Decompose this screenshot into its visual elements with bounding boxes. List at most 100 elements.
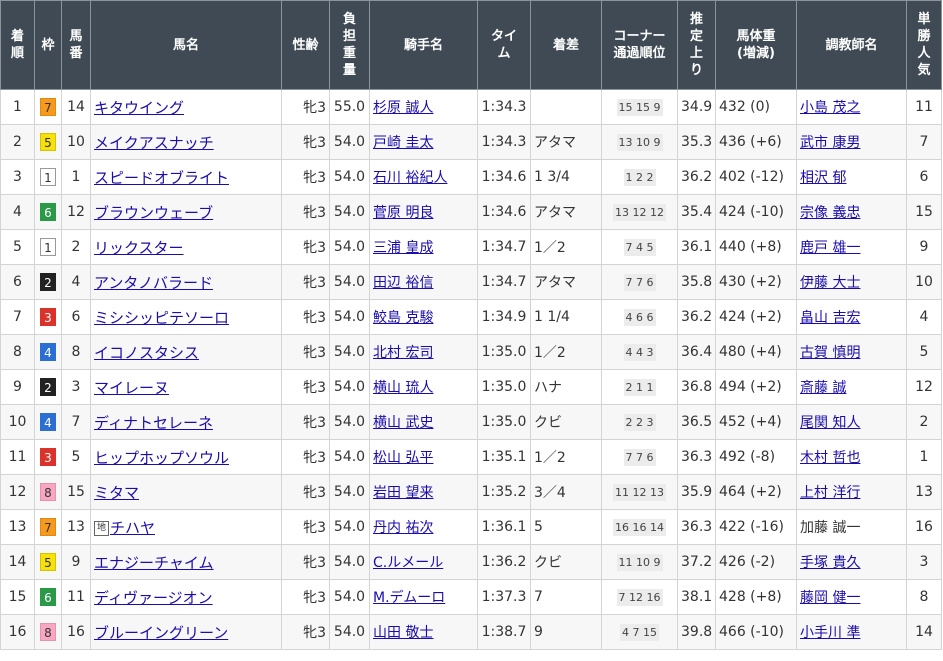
horse-name-link[interactable]: ディナトセレーネ	[94, 414, 213, 432]
jockey-name-link[interactable]: 石川 裕紀人	[373, 170, 447, 186]
last-3f-time: 36.8	[681, 379, 713, 395]
trainer-name-link[interactable]: 藤岡 健一	[800, 590, 860, 606]
sexage-cell: 牝3	[281, 194, 330, 230]
waku-badge: 7	[40, 98, 56, 116]
trainer-name-link[interactable]: 伊藤 大士	[800, 275, 860, 291]
last-3f-time: 36.3	[681, 449, 713, 465]
corner-cell: 4 6 6	[601, 299, 678, 335]
horse-cell: ヒップホップソウル	[90, 439, 282, 475]
table-row: 2 5 10 メイクアスナッチ 牝3 54.0 戸崎 圭太 1:34.3 アタマ 13 10 9 3…	[0, 124, 942, 160]
margin-cell	[530, 89, 602, 125]
trainer-name-link[interactable]: 手塚 貴久	[800, 555, 860, 571]
carried-weight: 54.0	[333, 589, 366, 605]
jockey-name-link[interactable]: 丹内 祐次	[373, 520, 433, 536]
horse-number: 6	[71, 309, 81, 325]
margin-cell: ハナ	[530, 369, 602, 405]
sexage-cell: 牝3	[281, 264, 330, 300]
jockey-name-link[interactable]: 菅原 明良	[373, 205, 433, 221]
popularity-cell: 4	[906, 299, 942, 335]
umaban-cell: 3	[61, 369, 91, 405]
horse-name-link[interactable]: ミシシッピテソーロ	[94, 309, 229, 327]
last-3f-time: 36.3	[681, 519, 713, 535]
horse-name-link[interactable]: チハヤ	[110, 519, 155, 537]
horse-number: 1	[71, 169, 81, 185]
margin-cell: 1 1/4	[530, 299, 602, 335]
finish-time: 1:34.3	[481, 99, 527, 115]
horse-name-link[interactable]: リックスター	[94, 239, 184, 257]
waku-badge: 2	[40, 273, 56, 291]
trainer-name-link[interactable]: 斎藤 誠	[800, 380, 846, 396]
time-cell: 1:36.2	[477, 544, 531, 580]
corner-cell: 7 7 6	[601, 439, 678, 475]
jockey-name-link[interactable]: 三浦 皇成	[373, 240, 433, 256]
umaban-cell: 9	[61, 544, 91, 580]
jockey-name-link[interactable]: 鮫島 克駿	[373, 310, 433, 326]
jockey-cell: 菅原 明良	[369, 194, 478, 230]
horse-name-link[interactable]: アンタノバラード	[94, 274, 213, 292]
jockey-name-link[interactable]: 横山 琉人	[373, 380, 433, 396]
jockey-name-link[interactable]: 田辺 裕信	[373, 275, 433, 291]
trainer-name-link[interactable]: 武市 康男	[800, 135, 860, 151]
last-3f-time: 36.4	[681, 344, 713, 360]
horse-name-link[interactable]: スピードオブライト	[94, 169, 229, 187]
horse-name-link[interactable]: ブラウンウェーブ	[94, 204, 213, 222]
jockey-name-link[interactable]: 横山 武史	[373, 415, 433, 431]
finish-rank: 10	[8, 414, 27, 430]
corner-positions: 7 12 16	[616, 588, 663, 606]
bodyweight-cell: 466 (-10)	[715, 614, 797, 650]
horse-name-link[interactable]: ディヴァージオン	[94, 589, 213, 607]
trainer-cell: 斎藤 誠	[796, 369, 907, 405]
trainer-name-link[interactable]: 上村 洋行	[800, 485, 860, 501]
sex-age: 牝3	[303, 415, 326, 431]
jockey-name-link[interactable]: M.デムーロ	[373, 590, 445, 606]
horse-name-link[interactable]: イコノスタシス	[94, 344, 199, 362]
trainer-name-link[interactable]: 相沢 郁	[800, 170, 846, 186]
jockey-name-link[interactable]: 北村 宏司	[373, 345, 433, 361]
trainer-name-link[interactable]: 小手川 準	[800, 625, 860, 641]
jockey-name-link[interactable]: 戸崎 圭太	[373, 135, 433, 151]
jockey-name-link[interactable]: 岩田 望来	[373, 485, 433, 501]
trainer-name-link[interactable]: 宗像 義忠	[800, 205, 860, 221]
waku-badge: 8	[40, 483, 56, 501]
header-time: タイム	[477, 0, 531, 90]
finish-time: 1:34.7	[481, 274, 527, 290]
corner-cell: 7 7 6	[601, 264, 678, 300]
jockey-name-link[interactable]: 山田 敬士	[373, 625, 433, 641]
margin-text: クビ	[534, 415, 562, 431]
waku-cell: 3	[34, 299, 62, 335]
bodyweight-cell: 424 (-10)	[715, 194, 797, 230]
horse-name-link[interactable]: ミタマ	[94, 484, 139, 502]
trainer-name-link[interactable]: 木村 哲也	[800, 450, 860, 466]
weight-cell: 54.0	[329, 404, 370, 440]
trainer-name-link[interactable]: 尾関 知人	[800, 415, 860, 431]
trainer-name-link[interactable]: 古賀 慎明	[800, 345, 860, 361]
popularity-cell: 14	[906, 614, 942, 650]
trainer-cell: 上村 洋行	[796, 474, 907, 510]
trainer-name-link[interactable]: 小島 茂之	[800, 100, 860, 116]
finish-time: 1:34.3	[481, 134, 527, 150]
horse-name-link[interactable]: ヒップホップソウル	[94, 449, 229, 467]
jockey-name-link[interactable]: C.ルメール	[373, 555, 443, 571]
horse-name-link[interactable]: キタウイング	[94, 99, 184, 117]
time-cell: 1:34.3	[477, 89, 531, 125]
jockey-name-link[interactable]: 杉原 誠人	[373, 100, 433, 116]
horse-name-link[interactable]: マイレーヌ	[94, 379, 169, 397]
horse-name-link[interactable]: ブルーイングリーン	[94, 624, 228, 642]
header-popularity-text: 勝	[917, 29, 931, 44]
trainer-name-link[interactable]: 鹿戸 雄一	[800, 240, 860, 256]
trainer-name-link[interactable]: 畠山 吉宏	[800, 310, 860, 326]
corner-cell: 11 12 13	[601, 474, 678, 510]
jockey-name-link[interactable]: 松山 弘平	[373, 450, 433, 466]
umaban-cell: 2	[61, 229, 91, 265]
finish-rank: 16	[8, 624, 27, 640]
jockey-cell: 田辺 裕信	[369, 264, 478, 300]
table-body: 1 7 14 キタウイング 牝3 55.0 杉原 誠人 1:34.3 15 15 9 34.9 43…	[0, 89, 942, 650]
body-weight: 480 (+4)	[719, 344, 782, 360]
win-popularity: 15	[915, 204, 933, 220]
trainer-cell: 加藤 誠一	[796, 509, 907, 545]
header-time-text: ム	[497, 46, 511, 61]
umaban-cell: 7	[61, 404, 91, 440]
horse-name-link[interactable]: メイクアスナッチ	[94, 134, 214, 152]
bodyweight-cell: 494 (+2)	[715, 369, 797, 405]
horse-name-link[interactable]: エナジーチャイム	[94, 554, 214, 572]
